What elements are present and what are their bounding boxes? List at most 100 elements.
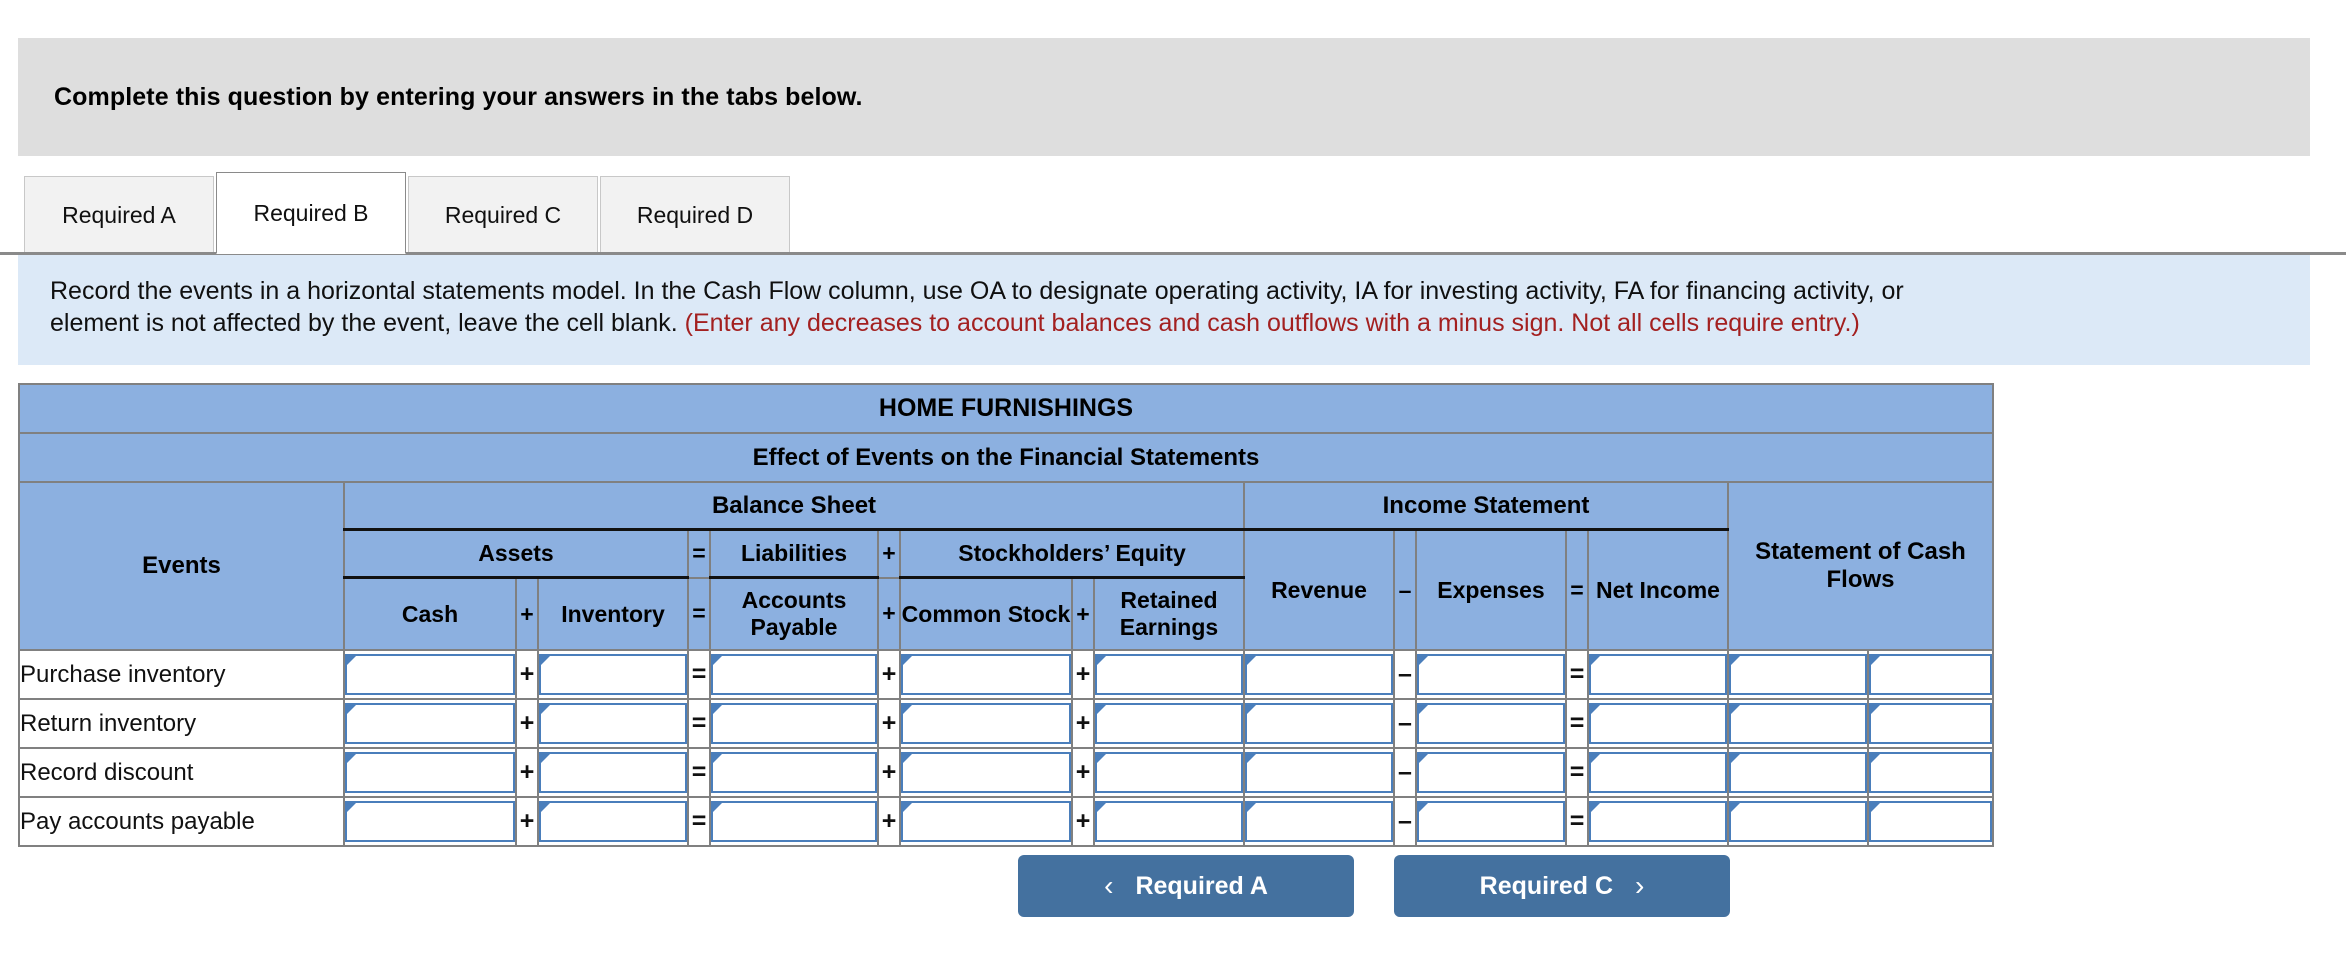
input-cash-flow-amount[interactable] xyxy=(1729,654,1867,695)
cell-net-income[interactable] xyxy=(1587,747,1729,798)
cell-inventory[interactable] xyxy=(537,649,689,700)
cell-cash[interactable] xyxy=(343,649,517,700)
input-cash[interactable] xyxy=(345,801,515,842)
input-common-stock[interactable] xyxy=(901,801,1071,842)
input-retained-earnings[interactable] xyxy=(1095,801,1243,842)
input-cash-flow-amount[interactable] xyxy=(1729,752,1867,793)
tab-required-d[interactable]: Required D xyxy=(600,176,790,254)
cell-inventory[interactable] xyxy=(537,698,689,749)
cell-accounts-payable[interactable] xyxy=(709,747,879,798)
input-revenue[interactable] xyxy=(1245,654,1393,695)
input-accounts-payable[interactable] xyxy=(711,654,877,695)
cell-common-stock[interactable] xyxy=(899,649,1073,700)
cell-cash-flow-amount[interactable] xyxy=(1727,747,1869,798)
input-accounts-payable[interactable] xyxy=(711,801,877,842)
event-label: Record discount xyxy=(18,747,345,798)
input-expenses[interactable] xyxy=(1417,801,1565,842)
input-common-stock[interactable] xyxy=(901,703,1071,744)
input-common-stock[interactable] xyxy=(901,752,1071,793)
cell-cash-flow-amount[interactable] xyxy=(1727,698,1869,749)
input-inventory[interactable] xyxy=(539,703,687,744)
cell-cash-flow-activity[interactable] xyxy=(1867,698,1994,749)
question-banner: Complete this question by entering your … xyxy=(18,38,2310,156)
cell-revenue[interactable] xyxy=(1243,649,1395,700)
column-header-accounts-payable: Accounts Payable xyxy=(709,576,879,651)
operator-plus: + xyxy=(1071,698,1095,749)
cell-inventory[interactable] xyxy=(537,796,689,847)
input-expenses[interactable] xyxy=(1417,703,1565,744)
cell-expenses[interactable] xyxy=(1415,698,1567,749)
tab-required-c[interactable]: Required C xyxy=(408,176,598,254)
cell-accounts-payable[interactable] xyxy=(709,649,879,700)
instructions-line-2: element is not affected by the event, le… xyxy=(50,307,2280,339)
cell-net-income[interactable] xyxy=(1587,698,1729,749)
cell-accounts-payable[interactable] xyxy=(709,796,879,847)
input-cash[interactable] xyxy=(345,654,515,695)
input-cash-flow-activity[interactable] xyxy=(1869,654,1992,695)
cell-net-income[interactable] xyxy=(1587,796,1729,847)
input-cash[interactable] xyxy=(345,752,515,793)
next-required-c-button[interactable]: Required C › xyxy=(1394,855,1730,917)
input-revenue[interactable] xyxy=(1245,752,1393,793)
cell-expenses[interactable] xyxy=(1415,796,1567,847)
input-inventory[interactable] xyxy=(539,752,687,793)
input-cash-flow-activity[interactable] xyxy=(1869,703,1992,744)
previous-required-a-button[interactable]: ‹ Required A xyxy=(1018,855,1354,917)
cell-cash-flow-activity[interactable] xyxy=(1867,747,1994,798)
input-net-income[interactable] xyxy=(1589,752,1727,793)
operator-plus: + xyxy=(515,576,539,651)
cell-expenses[interactable] xyxy=(1415,747,1567,798)
input-expenses[interactable] xyxy=(1417,752,1565,793)
cell-cash-flow-activity[interactable] xyxy=(1867,649,1994,700)
input-revenue[interactable] xyxy=(1245,703,1393,744)
cell-common-stock[interactable] xyxy=(899,796,1073,847)
operator-plus: + xyxy=(877,576,901,651)
company-name: HOME FURNISHINGS xyxy=(18,383,1994,434)
cell-cash[interactable] xyxy=(343,747,517,798)
input-net-income[interactable] xyxy=(1589,801,1727,842)
input-cash-flow-amount[interactable] xyxy=(1729,703,1867,744)
cell-accounts-payable[interactable] xyxy=(709,698,879,749)
input-cash-flow-activity[interactable] xyxy=(1869,801,1992,842)
cell-retained-earnings[interactable] xyxy=(1093,649,1245,700)
cell-common-stock[interactable] xyxy=(899,698,1073,749)
operator-plus: + xyxy=(1071,747,1095,798)
cell-cash-flow-amount[interactable] xyxy=(1727,796,1869,847)
chevron-left-icon: ‹ xyxy=(1104,870,1114,901)
cell-revenue[interactable] xyxy=(1243,698,1395,749)
input-revenue[interactable] xyxy=(1245,801,1393,842)
cell-revenue[interactable] xyxy=(1243,796,1395,847)
cell-cash[interactable] xyxy=(343,698,517,749)
input-expenses[interactable] xyxy=(1417,654,1565,695)
tab-required-a[interactable]: Required A xyxy=(24,176,214,254)
cell-expenses[interactable] xyxy=(1415,649,1567,700)
cell-cash-flow-amount[interactable] xyxy=(1727,649,1869,700)
cell-retained-earnings[interactable] xyxy=(1093,747,1245,798)
cell-retained-earnings[interactable] xyxy=(1093,698,1245,749)
input-accounts-payable[interactable] xyxy=(711,703,877,744)
input-retained-earnings[interactable] xyxy=(1095,703,1243,744)
cell-cash[interactable] xyxy=(343,796,517,847)
input-common-stock[interactable] xyxy=(901,654,1071,695)
cell-net-income[interactable] xyxy=(1587,649,1729,700)
cell-cash-flow-activity[interactable] xyxy=(1867,796,1994,847)
column-header-net-income: Net Income xyxy=(1587,528,1729,651)
cell-inventory[interactable] xyxy=(537,747,689,798)
input-inventory[interactable] xyxy=(539,654,687,695)
operator-equals: = xyxy=(687,747,711,798)
input-cash-flow-activity[interactable] xyxy=(1869,752,1992,793)
cell-retained-earnings[interactable] xyxy=(1093,796,1245,847)
input-inventory[interactable] xyxy=(539,801,687,842)
cell-revenue[interactable] xyxy=(1243,747,1395,798)
input-cash-flow-amount[interactable] xyxy=(1729,801,1867,842)
cell-common-stock[interactable] xyxy=(899,747,1073,798)
column-header-retained-earnings: Retained Earnings xyxy=(1093,576,1245,651)
input-net-income[interactable] xyxy=(1589,654,1727,695)
tab-required-b[interactable]: Required B xyxy=(216,172,406,254)
input-cash[interactable] xyxy=(345,703,515,744)
input-retained-earnings[interactable] xyxy=(1095,752,1243,793)
input-net-income[interactable] xyxy=(1589,703,1727,744)
input-accounts-payable[interactable] xyxy=(711,752,877,793)
operator-plus: + xyxy=(1071,576,1095,651)
input-retained-earnings[interactable] xyxy=(1095,654,1243,695)
